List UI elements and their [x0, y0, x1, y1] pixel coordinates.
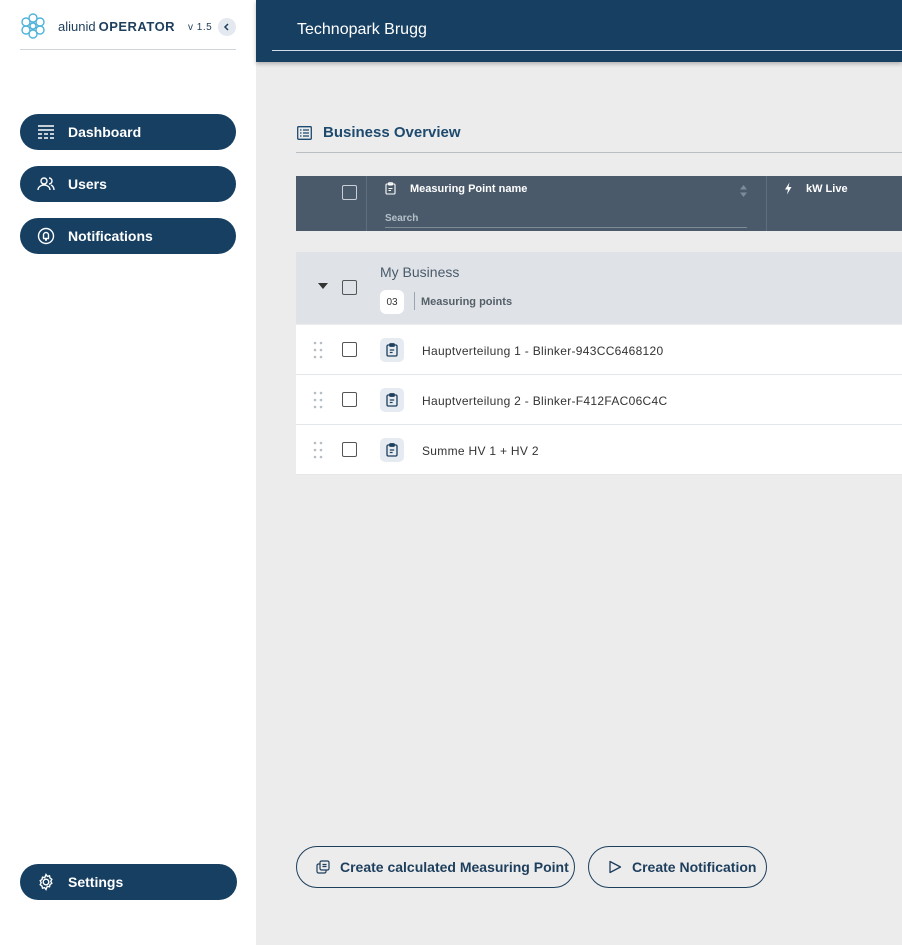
- logo-icon: [21, 13, 45, 39]
- button-label: Create Notification: [632, 859, 757, 875]
- table-row[interactable]: Hauptverteilung 1 - Blinker-943CC6468120: [296, 325, 902, 375]
- sidebar-item-dashboard[interactable]: Dashboard: [20, 114, 236, 150]
- top-header: Technopark Brugg: [256, 0, 902, 62]
- section-heading: Business Overview: [297, 124, 461, 141]
- measuring-point-name[interactable]: Summe HV 1 + HV 2: [422, 444, 539, 458]
- brand: aliunid OPERATOR v 1.5: [20, 12, 236, 50]
- chevron-left-icon: [223, 23, 229, 31]
- column-header-measuring-point[interactable]: Measuring Point name: [410, 183, 527, 195]
- sidebar-item-label: Users: [68, 176, 107, 192]
- measuring-point-count-label: Measuring points: [421, 296, 513, 308]
- dashboard-icon: [36, 122, 56, 142]
- sidebar-item-label: Notifications: [68, 228, 153, 244]
- create-notification-button[interactable]: Create Notification: [588, 846, 767, 888]
- brand-name: aliunid OPERATOR: [58, 19, 176, 34]
- measuring-point-name[interactable]: Hauptverteilung 1 - Blinker-943CC6468120: [422, 344, 663, 358]
- button-label: Create calculated Measuring Point: [340, 859, 569, 875]
- clipboard-icon: [386, 393, 398, 407]
- row-checkbox[interactable]: [342, 342, 357, 357]
- notifications-icon: [36, 226, 56, 246]
- clipboard-icon: [386, 443, 398, 457]
- send-icon: [608, 860, 622, 874]
- column-header-kw-live[interactable]: kW Live: [806, 183, 848, 195]
- select-all-checkbox[interactable]: [342, 185, 357, 200]
- group-name: My Business: [380, 264, 460, 280]
- sort-icon[interactable]: [739, 184, 748, 198]
- sidebar-item-users[interactable]: Users: [20, 166, 236, 202]
- sidebar-item-notifications[interactable]: Notifications: [20, 218, 236, 254]
- row-checkbox[interactable]: [342, 392, 357, 407]
- copy-icon: [316, 860, 330, 874]
- measuring-point-count-badge: 03: [380, 290, 404, 314]
- expand-caret-icon[interactable]: [318, 283, 328, 289]
- header-divider: [272, 50, 902, 51]
- measuring-point-icon: [380, 338, 404, 362]
- sidebar-item-settings[interactable]: Settings: [20, 864, 237, 900]
- sidebar: aliunid OPERATOR v 1.5 Dashboard Users No…: [0, 0, 256, 945]
- clipboard-icon: [385, 182, 396, 195]
- create-calculated-measuring-point-button[interactable]: Create calculated Measuring Point: [296, 846, 575, 888]
- measuring-point-search-input[interactable]: [385, 209, 747, 228]
- table-row[interactable]: Summe HV 1 + HV 2: [296, 425, 902, 475]
- count-divider: [414, 292, 415, 310]
- section-divider: [296, 152, 902, 153]
- lightning-icon: [785, 182, 792, 195]
- table-row[interactable]: Hauptverteilung 2 - Blinker-F412FAC06C4C: [296, 375, 902, 425]
- measuring-point-icon: [380, 438, 404, 462]
- measuring-point-name[interactable]: Hauptverteilung 2 - Blinker-F412FAC06C4C: [422, 394, 667, 408]
- section-title: Business Overview: [323, 124, 461, 141]
- column-divider: [766, 176, 767, 231]
- drag-handle-icon[interactable]: [313, 391, 323, 409]
- users-icon: [36, 174, 56, 194]
- group-row: My Business 03 Measuring points: [296, 252, 902, 324]
- group-checkbox[interactable]: [342, 280, 357, 295]
- clipboard-icon: [386, 343, 398, 357]
- row-checkbox[interactable]: [342, 442, 357, 457]
- list-icon: [297, 125, 312, 140]
- gear-icon: [36, 872, 56, 892]
- column-divider: [366, 176, 367, 231]
- collapse-sidebar-button[interactable]: [218, 18, 236, 36]
- drag-handle-icon[interactable]: [313, 441, 323, 459]
- page-title: Technopark Brugg: [297, 21, 427, 38]
- sidebar-item-label: Dashboard: [68, 124, 142, 140]
- sidebar-item-label: Settings: [68, 874, 124, 890]
- measuring-point-icon: [380, 388, 404, 412]
- table-header: Measuring Point name kW Live: [296, 176, 902, 231]
- drag-handle-icon[interactable]: [313, 341, 323, 359]
- version-label: v 1.5: [188, 22, 213, 33]
